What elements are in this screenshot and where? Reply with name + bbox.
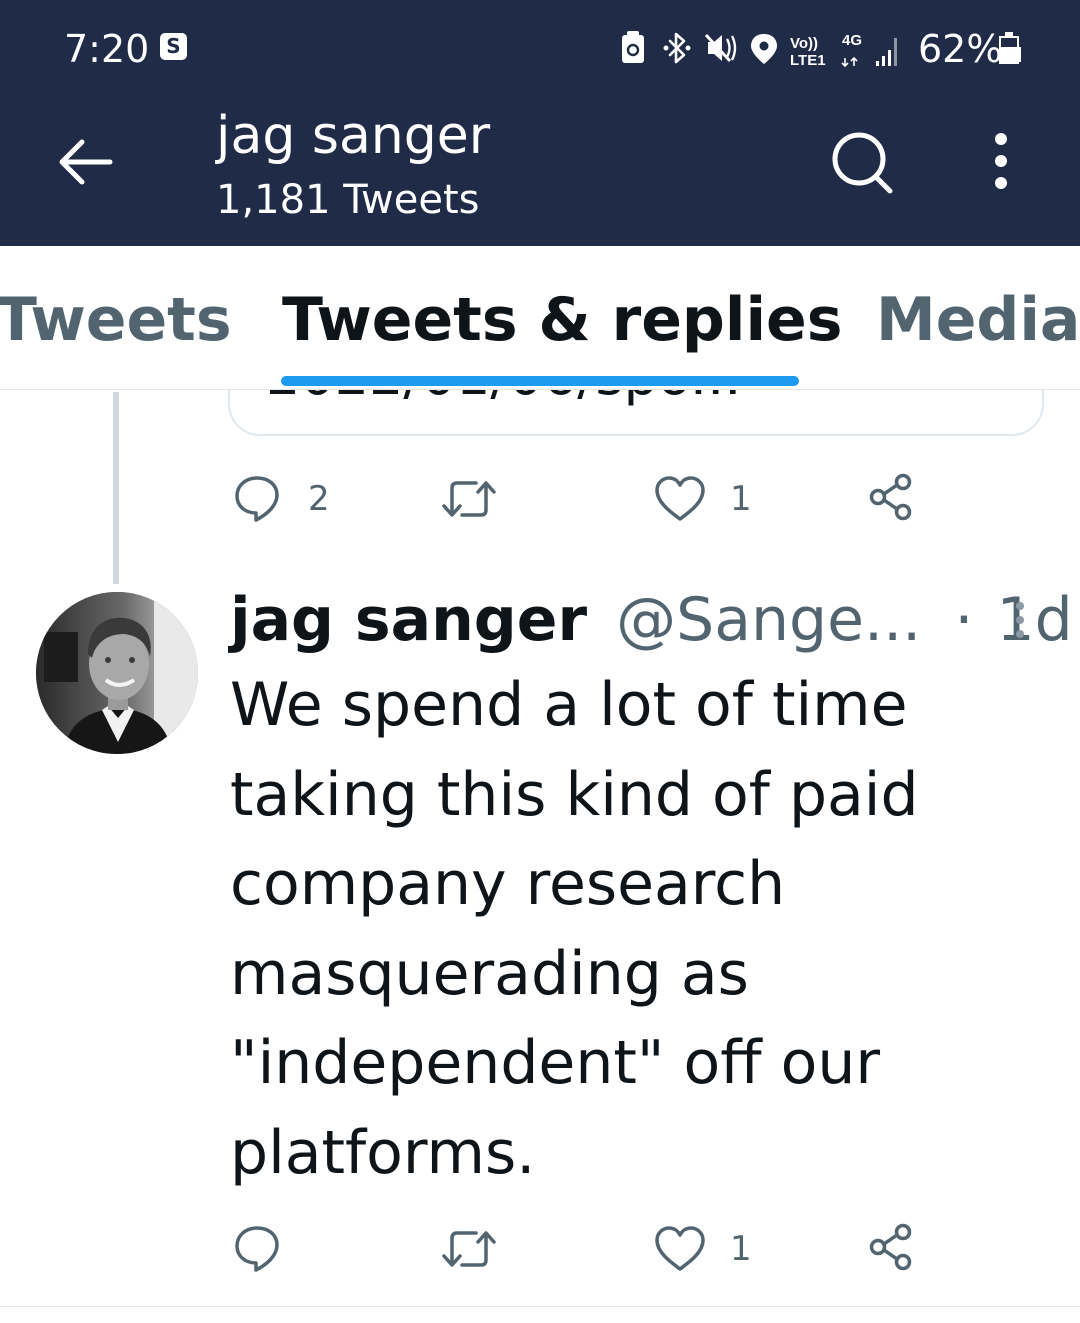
battery-icon bbox=[999, 32, 1021, 64]
profile-tabs: Tweets Tweets & replies Media bbox=[0, 246, 1080, 390]
tweet-text: We spend a lot of time taking this kind … bbox=[230, 670, 919, 1188]
retweet-button[interactable] bbox=[440, 474, 500, 524]
tab-tweets[interactable]: Tweets bbox=[0, 284, 232, 356]
tweet-more-icon[interactable] bbox=[1010, 598, 1030, 642]
notification-badge: S bbox=[160, 33, 187, 60]
like-button[interactable]: 1 bbox=[654, 1224, 764, 1274]
tweet-header: jag sanger @Sange... · 1d bbox=[230, 585, 1073, 655]
mute-icon bbox=[704, 33, 737, 63]
share-icon bbox=[869, 473, 912, 521]
reply-button[interactable] bbox=[234, 1224, 294, 1274]
storage-icon bbox=[622, 31, 644, 63]
network-label-bottom: LTE1 bbox=[790, 52, 826, 69]
tweet-separator: · bbox=[954, 585, 974, 655]
app-bar: 7:20 S Vo)) LTE1 4G 62% jag sanger 1,181… bbox=[0, 0, 1080, 246]
tweet-author-name[interactable]: jag sanger bbox=[230, 585, 587, 655]
tab-media[interactable]: Media bbox=[876, 284, 1080, 356]
share-button[interactable] bbox=[866, 472, 916, 522]
share-icon bbox=[869, 1223, 912, 1271]
retweet-button[interactable] bbox=[440, 1224, 500, 1274]
signal-icon bbox=[876, 38, 897, 66]
data-icon: 4G bbox=[841, 32, 862, 68]
like-button[interactable]: 1 bbox=[654, 474, 764, 524]
volte-icon: Vo)) LTE1 bbox=[790, 35, 826, 69]
heart-icon bbox=[655, 476, 705, 521]
status-time: 7:20 bbox=[64, 27, 150, 71]
thread-connector-line bbox=[113, 392, 119, 584]
link-card[interactable]: 2022/01/06/spo... bbox=[228, 390, 1044, 436]
more-vertical-icon[interactable] bbox=[978, 130, 1024, 196]
battery-percent: 62% bbox=[918, 27, 1003, 71]
retweet-icon bbox=[442, 481, 496, 517]
avatar[interactable] bbox=[36, 592, 198, 754]
divider bbox=[0, 1306, 1080, 1307]
network-label-top: Vo)) bbox=[790, 35, 818, 52]
tab-tweets-and-replies[interactable]: Tweets & replies bbox=[282, 284, 842, 356]
back-arrow-icon[interactable] bbox=[52, 132, 118, 192]
header-tweet-count: 1,181 Tweets bbox=[216, 177, 480, 223]
active-tab-indicator bbox=[281, 376, 799, 386]
reply-icon bbox=[235, 1226, 279, 1272]
retweet-icon bbox=[442, 1231, 496, 1267]
heart-icon bbox=[655, 1226, 705, 1271]
bluetooth-icon bbox=[663, 32, 691, 64]
tweet-timestamp[interactable]: 1d bbox=[996, 585, 1072, 655]
tweet-author-handle[interactable]: @Sange... bbox=[616, 585, 921, 655]
search-icon[interactable] bbox=[826, 130, 900, 196]
share-button[interactable] bbox=[866, 1222, 916, 1272]
location-icon bbox=[751, 34, 777, 64]
reply-count: 2 bbox=[308, 479, 330, 519]
like-count: 1 bbox=[730, 1229, 752, 1269]
status-icons: Vo)) LTE1 4G bbox=[622, 31, 897, 69]
reply-button[interactable]: 2 bbox=[234, 474, 344, 524]
like-count: 1 bbox=[730, 479, 752, 519]
reply-icon bbox=[235, 476, 279, 522]
header-profile-name: jag sanger bbox=[216, 106, 491, 166]
network-type: 4G bbox=[842, 32, 862, 49]
link-card-text: 2022/01/06/spo... bbox=[266, 390, 741, 406]
